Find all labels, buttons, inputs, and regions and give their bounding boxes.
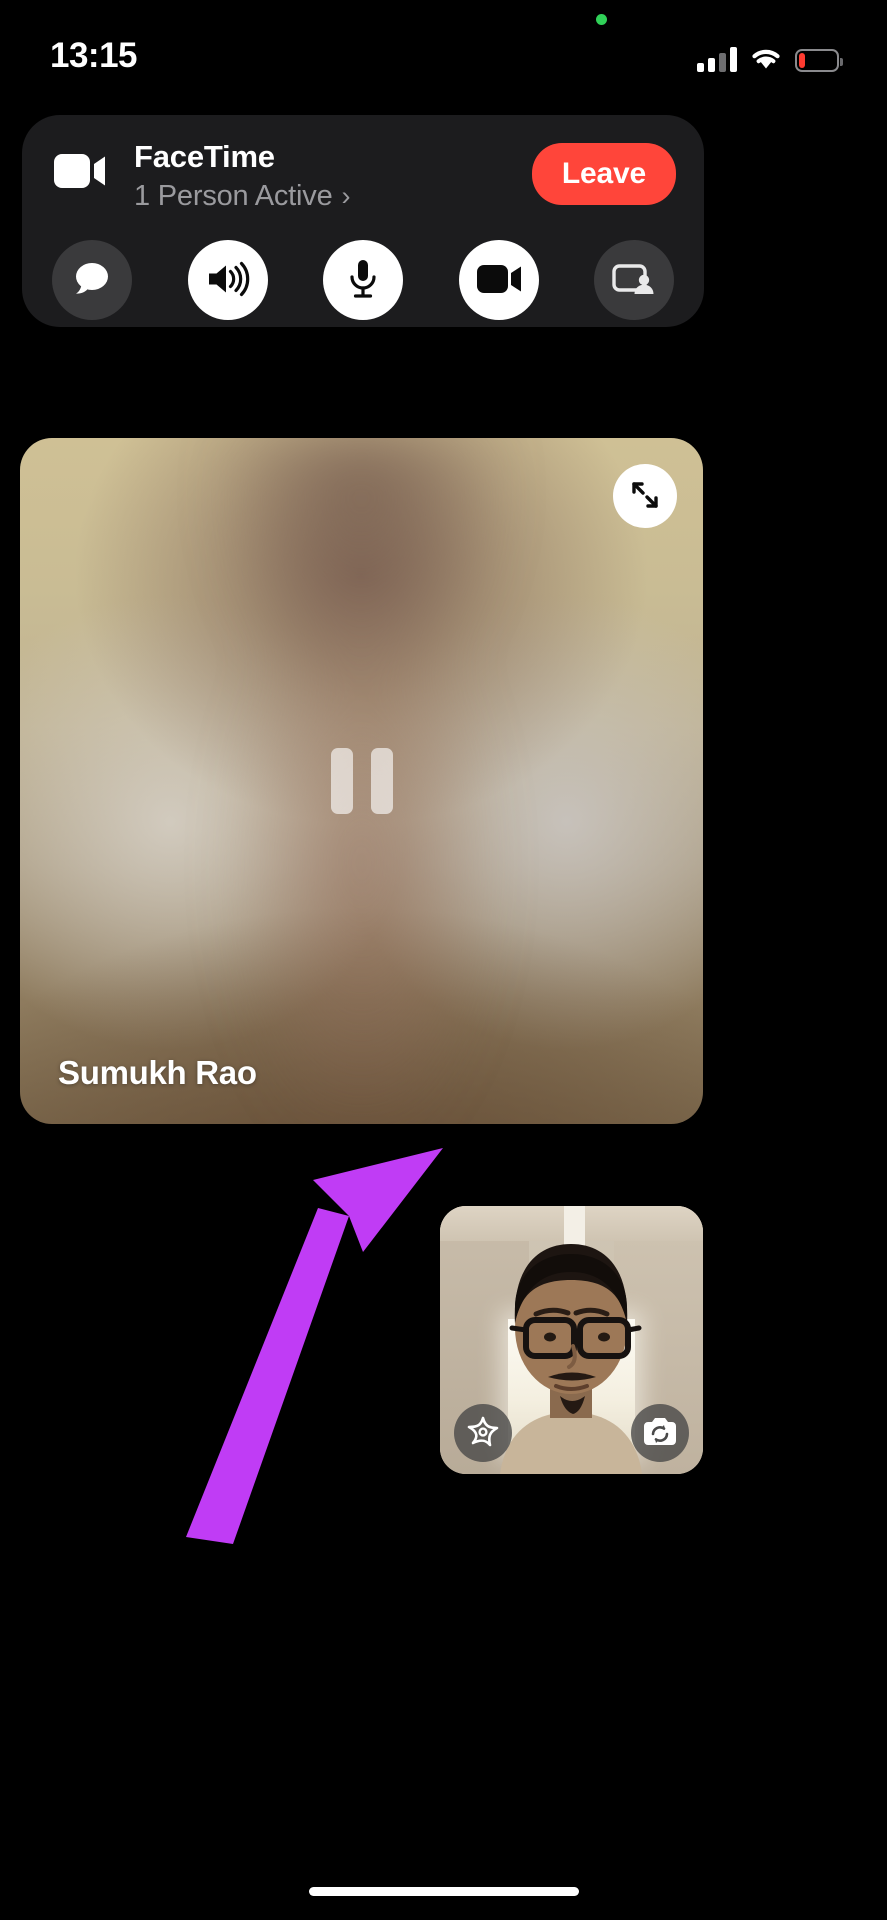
facetime-call-screen: 13:15 FaceTime 1 Person Active › Leave S…	[0, 0, 887, 1920]
flip-camera-button[interactable]	[631, 1404, 689, 1462]
camera-button[interactable]	[458, 240, 539, 320]
cellular-signal-icon	[697, 46, 737, 72]
page-title: FaceTime	[134, 139, 275, 174]
microphone-icon	[346, 257, 380, 304]
leave-button[interactable]: Leave	[531, 143, 676, 205]
chat-bubble-icon	[72, 260, 112, 301]
messages-button[interactable]	[52, 240, 132, 320]
expand-diagonal-arrows-icon	[628, 478, 662, 515]
remote-video-tile[interactable]: Sumukh Rao	[20, 438, 703, 1124]
speaker-wave-icon	[205, 259, 251, 302]
screen-share-person-icon	[611, 260, 657, 301]
speaker-button[interactable]	[187, 240, 268, 320]
video-camera-icon	[54, 151, 106, 191]
facetime-banner-header: FaceTime 1 Person Active › Leave	[22, 115, 704, 233]
microphone-button[interactable]	[323, 240, 403, 320]
expand-button[interactable]	[613, 464, 677, 528]
camera-flip-icon	[642, 1417, 678, 1450]
participant-name-label: Sumukh Rao	[58, 1054, 257, 1091]
status-bar-indicators	[697, 38, 843, 72]
pause-icon	[330, 748, 393, 814]
home-indicator[interactable]	[308, 1887, 579, 1896]
chevron-right-icon: ›	[341, 181, 351, 211]
facetime-banner[interactable]: FaceTime 1 Person Active › Leave	[22, 115, 704, 327]
shareplay-button[interactable]	[594, 240, 674, 320]
status-bar-clock: 13:15	[50, 36, 138, 75]
video-camera-icon	[476, 262, 522, 299]
wifi-icon	[749, 46, 783, 72]
status-bar: 13:15	[0, 30, 887, 82]
facetime-controls-row	[22, 233, 704, 327]
participants-status[interactable]: 1 Person Active ›	[134, 177, 350, 215]
participants-status-label: 1 Person Active	[134, 180, 333, 212]
effects-button[interactable]	[454, 1404, 512, 1462]
green-recording-dot	[596, 14, 607, 25]
battery-icon	[795, 49, 843, 72]
facetime-banner-titles: FaceTime 1 Person Active ›	[134, 137, 350, 215]
self-camera-preview[interactable]	[440, 1206, 703, 1474]
sparkle-star-effects-icon	[466, 1415, 500, 1452]
